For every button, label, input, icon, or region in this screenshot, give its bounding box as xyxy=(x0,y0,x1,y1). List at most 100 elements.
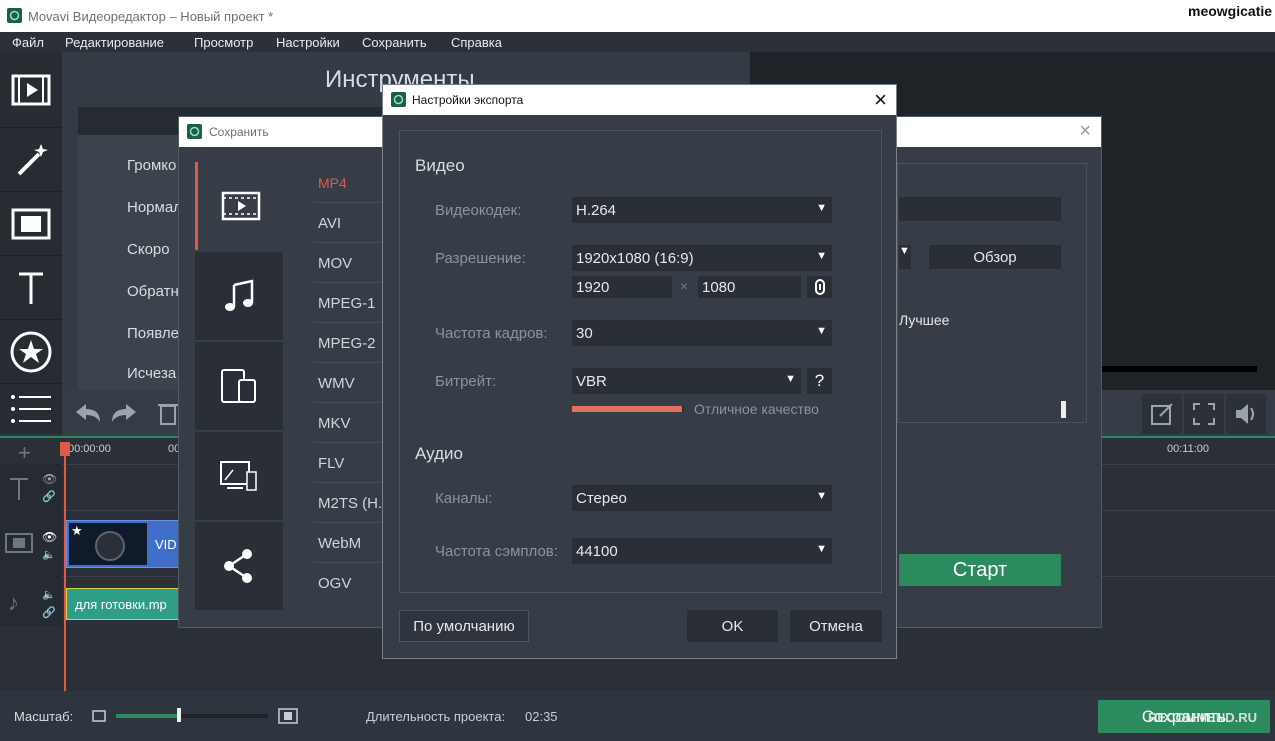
samplerate-select[interactable]: 44100 ▼ xyxy=(572,538,832,564)
quality-label: Лучшее xyxy=(899,312,950,328)
redo-icon[interactable] xyxy=(108,398,144,428)
volume-button[interactable] xyxy=(1226,394,1266,434)
format-item[interactable]: WebM xyxy=(318,535,361,552)
format-item[interactable]: OGV xyxy=(318,575,351,592)
add-track-icon[interactable]: + xyxy=(18,440,31,466)
format-item[interactable]: MPEG-1 xyxy=(318,295,376,312)
format-item[interactable]: WMV xyxy=(318,375,355,392)
tab-share[interactable] xyxy=(195,522,283,610)
eye-icon[interactable]: 👁 xyxy=(42,530,57,544)
playhead-handle[interactable] xyxy=(60,442,70,456)
format-item[interactable]: M2TS (H. xyxy=(318,495,382,512)
bitrate-select[interactable]: VBR ▼ xyxy=(572,368,801,394)
external-link-icon xyxy=(1151,403,1173,425)
tab-video-file[interactable] xyxy=(195,162,283,250)
tool-item[interactable]: Появле xyxy=(127,325,179,342)
close-icon[interactable]: × xyxy=(874,87,887,113)
window-titlebar: Movavi Видеоредактор – Новый проект * me… xyxy=(0,0,1275,32)
link-icon[interactable]: 🔗 xyxy=(42,490,56,503)
width-field[interactable]: 1920 xyxy=(572,276,672,298)
cancel-button[interactable]: Отмена xyxy=(790,610,882,642)
video-clip[interactable]: ★ VID xyxy=(66,520,182,568)
menu-bar: Файл Редактирование Просмотр Настройки С… xyxy=(0,32,1275,52)
bitrate-value: VBR xyxy=(576,373,607,390)
menu-settings[interactable]: Настройки xyxy=(276,35,340,50)
menu-file[interactable]: Файл xyxy=(12,35,44,50)
tab-devices[interactable] xyxy=(195,342,283,431)
save-path-field[interactable] xyxy=(899,197,1061,221)
chain-link-icon xyxy=(814,279,825,295)
format-divider xyxy=(314,362,384,363)
tool-item[interactable]: Скоро xyxy=(127,241,170,258)
eye-icon[interactable]: 👁 xyxy=(42,472,57,486)
tool-item[interactable]: Исчеза xyxy=(127,365,176,382)
filters-button[interactable] xyxy=(0,128,62,192)
format-divider xyxy=(314,242,384,243)
trash-icon[interactable] xyxy=(156,400,180,428)
zoom-out-film-icon[interactable] xyxy=(92,710,106,722)
close-icon[interactable]: × xyxy=(1079,120,1091,143)
resolution-select[interactable]: 1920x1080 (16:9) ▼ xyxy=(572,245,832,271)
star-icon: ★ xyxy=(71,523,83,538)
format-divider xyxy=(314,202,384,203)
speaker-icon[interactable]: 🔈 xyxy=(42,548,56,561)
tool-item[interactable]: Нормал xyxy=(127,199,182,216)
format-divider xyxy=(314,402,384,403)
fullscreen-button[interactable] xyxy=(1184,394,1224,434)
playhead[interactable] xyxy=(64,444,66,691)
titles-button[interactable] xyxy=(0,256,62,320)
quality-slider-track[interactable] xyxy=(572,406,684,412)
bitrate-help-button[interactable]: ? xyxy=(807,368,832,394)
devices-icon xyxy=(221,369,256,403)
start-button[interactable]: Старт xyxy=(899,554,1061,586)
times-sign: × xyxy=(680,278,689,294)
undo-icon[interactable] xyxy=(68,398,104,428)
framerate-label: Частота кадров: xyxy=(435,325,548,342)
chevron-down-icon: ▼ xyxy=(785,373,796,385)
duration-label: Длительность проекта: xyxy=(366,709,506,724)
zoom-slider-track[interactable] xyxy=(116,714,268,718)
tab-audio[interactable] xyxy=(195,252,283,341)
menu-edit[interactable]: Редактирование xyxy=(65,35,164,50)
format-divider xyxy=(314,522,384,523)
channels-select[interactable]: Стерео ▼ xyxy=(572,485,832,511)
format-item[interactable]: MOV xyxy=(318,255,352,272)
aspect-lock-button[interactable] xyxy=(807,276,832,298)
browse-label: Обзор xyxy=(973,248,1017,266)
menu-help[interactable]: Справка xyxy=(451,35,502,50)
height-field[interactable]: 1080 xyxy=(698,276,801,298)
default-button[interactable]: По умолчанию xyxy=(399,610,529,642)
format-item[interactable]: AVI xyxy=(318,215,341,232)
zoom-slider-fill xyxy=(116,714,177,718)
more-tools-button[interactable] xyxy=(0,384,62,434)
menu-save[interactable]: Сохранить xyxy=(362,35,427,50)
format-divider xyxy=(314,562,384,563)
framerate-select[interactable]: 30 ▼ xyxy=(572,320,832,346)
import-media-button[interactable] xyxy=(0,52,62,128)
format-item[interactable]: MP4 xyxy=(318,175,347,191)
chevron-down-icon[interactable]: ▼ xyxy=(899,245,911,269)
link-icon[interactable]: 🔗 xyxy=(42,606,56,619)
format-item[interactable]: MPEG-2 xyxy=(318,335,376,352)
codec-select[interactable]: H.264 ▼ xyxy=(572,197,832,223)
menu-view[interactable]: Просмотр xyxy=(194,35,253,50)
zoom-slider-handle[interactable] xyxy=(176,708,181,722)
window-title: Movavi Видеоредактор – Новый проект * xyxy=(28,9,274,24)
quality-slider-handle[interactable] xyxy=(1060,401,1066,418)
export-frame-button[interactable] xyxy=(1142,394,1182,434)
default-label: По умолчанию xyxy=(413,617,515,635)
zoom-in-film-icon[interactable] xyxy=(278,708,298,724)
transitions-button[interactable] xyxy=(0,192,62,256)
tv-icon xyxy=(220,461,257,491)
ok-button[interactable]: OK xyxy=(687,610,778,642)
tool-item[interactable]: Громко xyxy=(127,157,176,174)
format-item[interactable]: FLV xyxy=(318,455,344,472)
format-item[interactable]: MKV xyxy=(318,415,351,432)
tab-tv[interactable] xyxy=(195,432,283,521)
tool-item[interactable]: Обратн xyxy=(127,283,179,300)
speaker-icon[interactable]: 🔈 xyxy=(42,588,56,601)
chevron-down-icon: ▼ xyxy=(816,543,827,555)
browse-button[interactable]: Обзор xyxy=(929,245,1061,269)
stickers-button[interactable] xyxy=(0,320,62,384)
audio-clip[interactable]: для готовки.mp xyxy=(66,588,182,620)
